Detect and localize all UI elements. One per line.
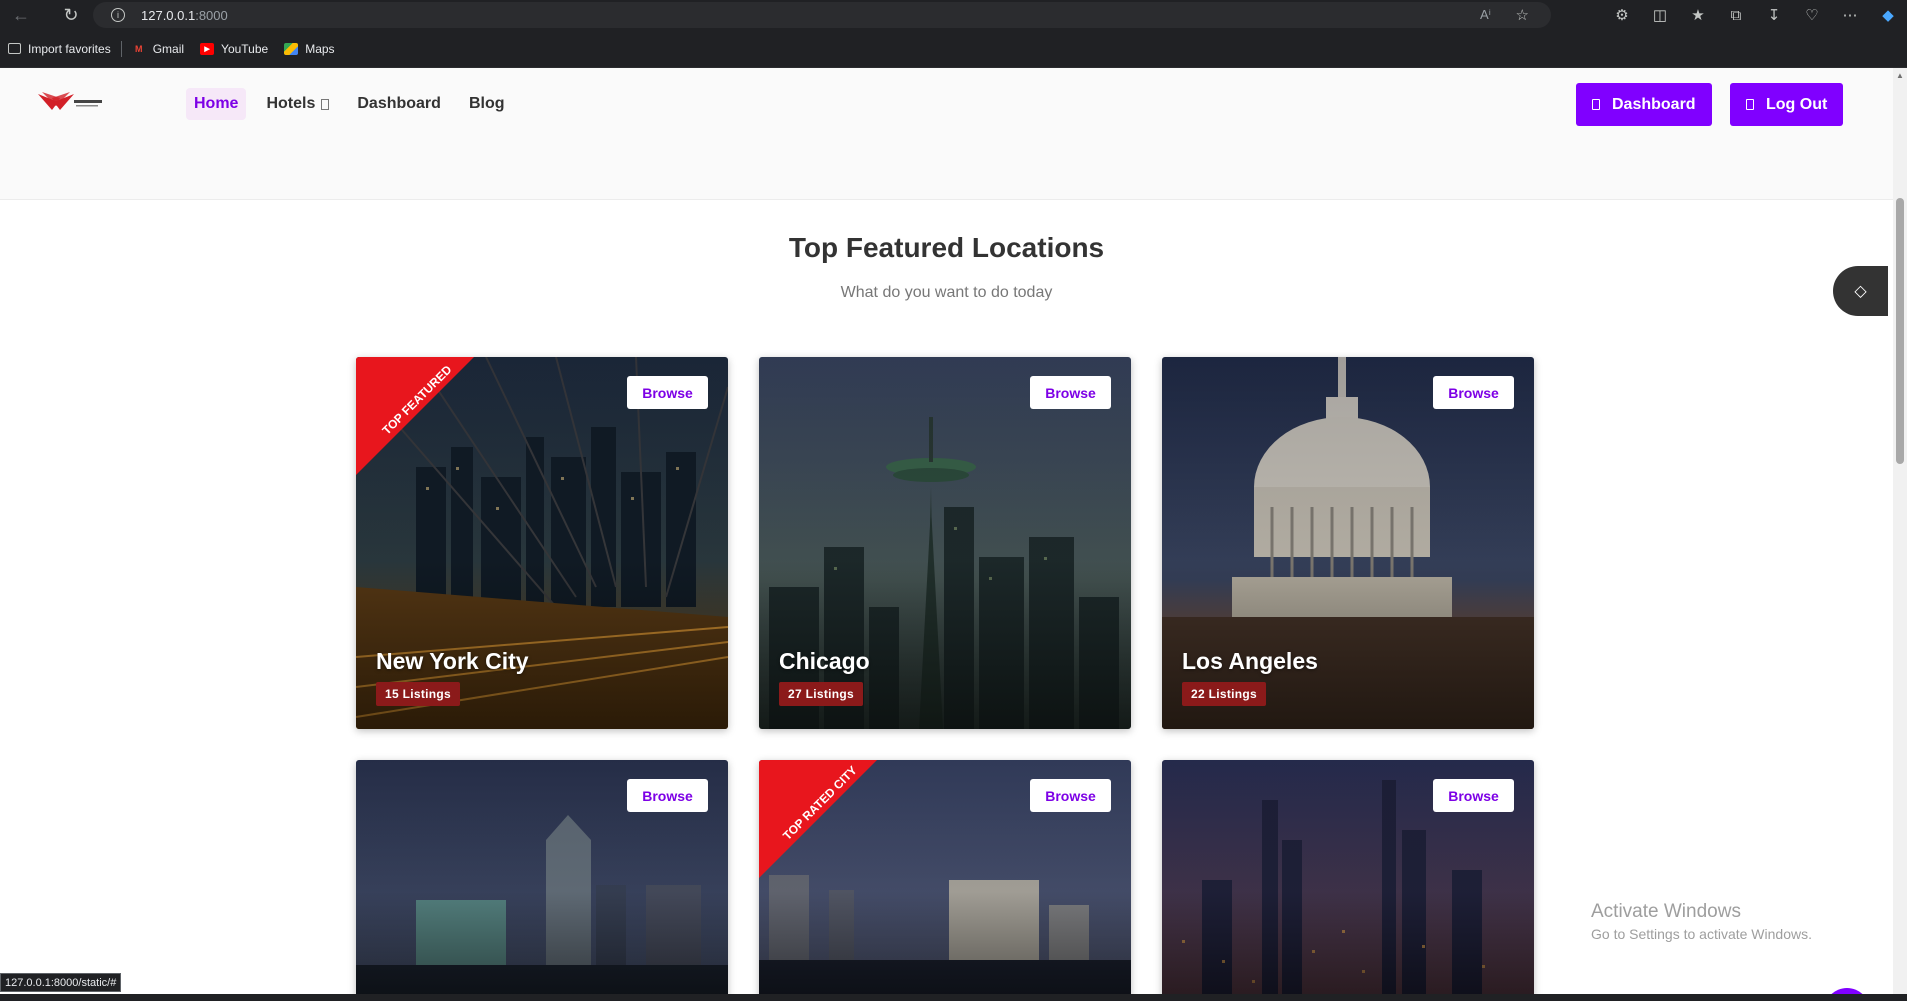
site-header: Home Hotels Dashboard Blog Dashboard Log… <box>0 68 1893 156</box>
main-nav: Home Hotels Dashboard Blog <box>186 88 524 120</box>
page-scrollbar[interactable]: ▲ <box>1893 68 1907 994</box>
section-title: Top Featured Locations <box>788 232 1105 263</box>
import-icon <box>8 43 21 54</box>
nav-home[interactable]: Home <box>186 88 247 120</box>
browse-button[interactable]: Browse <box>1030 779 1111 812</box>
nav-hotels-label: Hotels <box>266 95 316 112</box>
page-viewport: Home Hotels Dashboard Blog Dashboard Log… <box>0 68 1893 994</box>
address-bar[interactable]: i 127.0.0.1:8000 Aⁱ ☆ <box>93 2 1551 28</box>
location-card[interactable]: Browse Chicago 27 Listings <box>759 357 1131 729</box>
nav-hotels[interactable]: Hotels <box>258 88 337 120</box>
dashboard-button[interactable]: Dashboard <box>1576 83 1712 126</box>
bookmarks-bar: Import favorites M Gmail ▶ YouTube Maps <box>0 30 1907 68</box>
site-logo[interactable] <box>36 88 106 118</box>
copilot-icon[interactable]: ◆ <box>1869 0 1907 30</box>
favorites-icon[interactable]: ★ <box>1679 0 1717 30</box>
scroll-up-icon[interactable]: ▲ <box>1896 72 1904 80</box>
ribbon <box>356 357 474 475</box>
favorite-star-icon[interactable]: ☆ <box>1516 6 1529 24</box>
section-subtitle: What do you want to do today <box>840 284 1053 301</box>
bookmark-label: Import favorites <box>28 41 111 56</box>
nav-dashboard[interactable]: Dashboard <box>349 88 449 120</box>
location-card[interactable]: Browse <box>1162 760 1534 994</box>
header-band <box>0 156 1893 200</box>
url-port: :8000 <box>195 7 228 23</box>
logout-icon <box>1746 99 1754 110</box>
dashboard-icon <box>1592 99 1600 110</box>
listings-badge: 22 Listings <box>1182 682 1266 706</box>
card-title: New York City <box>376 648 529 674</box>
bookmark-label: Maps <box>305 41 335 56</box>
youtube-icon: ▶ <box>200 42 215 55</box>
card-title: Chicago <box>779 648 870 674</box>
tag-icon: ◇ <box>1854 283 1867 300</box>
bottom-bar <box>0 994 1907 1001</box>
nav-blog-label: Blog <box>468 95 505 112</box>
gmail-icon: M <box>134 43 143 54</box>
listings-badge: 27 Listings <box>779 682 863 706</box>
card-title: Los Angeles <box>1182 648 1318 674</box>
side-tag-tab[interactable]: ◇ <box>1833 266 1888 316</box>
bookmark-maps[interactable]: Maps <box>284 41 335 56</box>
nav-blog[interactable]: Blog <box>461 88 513 120</box>
windows-activation-watermark: Activate Windows Go to Settings to activ… <box>1591 901 1812 942</box>
location-card[interactable]: Browse <box>356 760 728 994</box>
scroll-thumb[interactable] <box>1896 198 1904 464</box>
ribbon <box>759 760 877 878</box>
logout-button-label: Log Out <box>1766 95 1828 113</box>
location-card[interactable]: TOP FEATURED Browse New York City 15 Lis… <box>356 357 728 729</box>
refresh-icon[interactable]: ↻ <box>56 0 86 30</box>
maps-icon <box>284 42 299 55</box>
watermark-line1: Activate Windows <box>1591 901 1741 922</box>
health-icon[interactable]: ♡ <box>1793 0 1831 30</box>
bookmark-gmail[interactable]: M Gmail <box>132 42 184 56</box>
status-url: 127.0.0.1:8000/static/# <box>0 973 122 992</box>
bookmark-label: YouTube <box>221 41 269 56</box>
location-card[interactable]: TOP RATED CITY Browse <box>759 760 1131 994</box>
collections-icon[interactable]: ⧉ <box>1717 0 1755 30</box>
nav-dashboard-label: Dashboard <box>357 95 441 112</box>
dashboard-button-label: Dashboard <box>1612 95 1696 113</box>
back-icon[interactable]: ← <box>6 0 36 30</box>
browse-button[interactable]: Browse <box>627 779 708 812</box>
info-icon[interactable]: i <box>111 8 125 22</box>
browse-button[interactable]: Browse <box>1030 376 1111 409</box>
more-menu-icon[interactable]: ⋯ <box>1831 0 1869 30</box>
bookmark-youtube[interactable]: ▶ YouTube <box>200 42 268 56</box>
watermark-line2: Go to Settings to activate Windows. <box>1591 926 1812 942</box>
listings-badge: 15 Listings <box>376 682 460 706</box>
logout-button[interactable]: Log Out <box>1730 83 1844 126</box>
location-card[interactable]: Browse Los Angeles 22 Listings <box>1162 357 1534 729</box>
browse-button[interactable]: Browse <box>1433 779 1514 812</box>
split-screen-icon[interactable]: ◫ <box>1641 0 1679 30</box>
browse-button[interactable]: Browse <box>1433 376 1514 409</box>
downloads-icon[interactable]: ↧ <box>1755 0 1793 30</box>
browse-button[interactable]: Browse <box>627 376 708 409</box>
dropdown-icon <box>321 98 330 110</box>
bookmark-label: Gmail <box>152 41 185 56</box>
nav-home-label: Home <box>194 95 239 112</box>
url-host: 127.0.0.1 <box>141 7 196 23</box>
browser-toolbar: ← ↻ i 127.0.0.1:8000 Aⁱ ☆ ⚙ ◫ ★ ⧉ ↧ ♡ ⋯ … <box>0 0 1907 30</box>
extensions-icon[interactable]: ⚙ <box>1603 0 1641 30</box>
read-aloud-icon[interactable]: Aⁱ <box>1480 7 1491 23</box>
bookmark-separator <box>120 40 122 57</box>
bookmark-import-favorites[interactable]: Import favorites <box>8 42 111 56</box>
